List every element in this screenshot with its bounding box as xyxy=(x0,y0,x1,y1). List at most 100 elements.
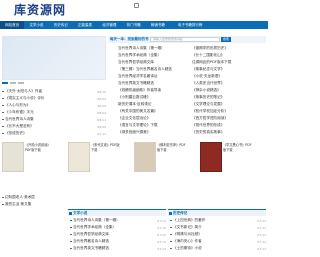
list-item[interactable]: 边际国老人·美术层 xyxy=(2,194,66,201)
list-item[interactable]: （第三辑）当代世界著名诗人精选 xyxy=(118,66,188,73)
nav-item-bestseller[interactable]: 畅销书籍 xyxy=(146,21,170,29)
list-item[interactable]: 《有关中国的美文名篇》 xyxy=(118,108,188,115)
bullet-icon xyxy=(170,247,172,250)
bullet-icon xyxy=(70,247,72,250)
nav-item-hot[interactable]: 热门书籍 xyxy=(121,21,145,29)
bookmark-icon[interactable] xyxy=(134,3,139,8)
list-item[interactable]: 《明清与派社频》 07-11 xyxy=(170,231,266,238)
bullet-icon xyxy=(170,240,172,243)
site-logo[interactable]: 库资源网 xyxy=(14,3,74,17)
middle-list: 当代世界诗人诗集（第一辑） 当代世界学术经典（全集） 当代世界哲学经典文库 （第… xyxy=(118,45,188,136)
book-caption[interactable]: 《宋代文老》PDF版下载 xyxy=(91,143,121,153)
list-item[interactable]: 《长不大是没有》 08-02 xyxy=(2,123,106,130)
list-item[interactable]: 我的生活·美文集 xyxy=(2,201,66,208)
section-title[interactable]: 历史传记 xyxy=(173,211,187,216)
list-item[interactable]: 《故事纪念与文学》 xyxy=(192,66,266,73)
main-nav: 网站首页 文学小说 历史传记 正能量类 经济管理 热门书籍 畅销书籍 电子书籍排… xyxy=(0,21,268,29)
nav-item-economy[interactable]: 经济管理 xyxy=(97,21,121,29)
bullet-icon xyxy=(2,118,4,121)
list-item[interactable]: 新历史课本·反转诱论 xyxy=(118,101,188,108)
list-item[interactable]: 当代世界著名诗人精选 07-11 xyxy=(70,238,166,245)
list-item[interactable]: 《文书新记》简介 07-11 xyxy=(170,224,266,231)
hero-banner[interactable] xyxy=(2,36,106,80)
list-item[interactable]: 《神杂小说精选》 xyxy=(192,87,266,94)
book-caption[interactable]: 《佛利亚东岸》PDF版下载 xyxy=(157,143,187,153)
right-list: 《普期学的形质历史》 《长十二国影化山》 住源网此的PDF版本下载 《故事纪念与… xyxy=(192,45,266,136)
list-item[interactable]: 当代世界诗人诗集（第一辑） xyxy=(118,45,188,52)
list-item[interactable]: 当代世界哲学经典文库 07-12 xyxy=(70,231,166,238)
list-item[interactable]: 《海内安心》作者 07-11 xyxy=(170,238,266,245)
section-icon xyxy=(69,211,72,215)
list-item[interactable]: 《上四世典》的著作 07-11 xyxy=(170,217,266,224)
list-item[interactable]: 《天外·太阳与人》作者 08-15 xyxy=(2,88,106,95)
section-header-history: 历史传记 xyxy=(168,209,266,216)
list-item[interactable]: 《普期学的形质历史》 xyxy=(192,45,266,52)
list-item[interactable]: 当代世界诗人诗集（第一辑） 07-11 xyxy=(70,217,166,224)
book-card[interactable]: 《学文黑心书》PDF版下载 xyxy=(200,142,266,190)
nav-item-novel[interactable]: 文学小说 xyxy=(24,21,48,29)
list-item[interactable]: 当代世界学术经典（全集） xyxy=(118,52,188,59)
nav-item-history[interactable]: 历史传记 xyxy=(49,21,73,29)
list-item[interactable]: 当代世界学术经典（全集） 07-12 xyxy=(70,224,166,231)
section-title[interactable]: 文学小说 xyxy=(73,211,87,216)
list-item[interactable]: 《形成历史》 07-11 xyxy=(2,130,106,137)
nav-item-ranking[interactable]: 电子书籍排行榜 xyxy=(170,21,210,29)
book-card[interactable]: 《佛利亚东岸》PDF版下载 xyxy=(134,142,196,190)
bullet-icon xyxy=(2,132,4,135)
section-icon xyxy=(169,211,172,215)
list-item[interactable]: 《少年布德》字元 08-04 xyxy=(2,109,106,116)
bullet-icon xyxy=(70,226,72,229)
left-news-list: 《天外·太阳与人》作者 08-15 《现实主义与小说》评价 08-04 《人心与形为… xyxy=(2,88,106,137)
list-item[interactable]: 《小说·天龙新语》 xyxy=(192,73,266,80)
list-item[interactable]: 《绿多宜面兴源美》 xyxy=(118,129,188,136)
nav-item-positive[interactable]: 正能量类 xyxy=(73,21,97,29)
book-thumbnails: 《升险小说阅读》PDF版下载 《宋代文老》PDF版下载 《佛利亚东岸》PDF版下… xyxy=(0,142,268,190)
pager-dot[interactable] xyxy=(10,82,16,84)
nav-item-home[interactable]: 网站首页 xyxy=(0,21,25,29)
list-item[interactable]: 《语言与文学理论》下载 xyxy=(118,122,188,129)
book-cover[interactable] xyxy=(200,142,222,172)
book-caption[interactable]: 《学文黑心书》PDF版下载 xyxy=(223,143,253,153)
list-item[interactable]: 《小别磨云数试峰》 xyxy=(118,94,188,101)
book-cover[interactable] xyxy=(68,142,90,172)
bullet-icon xyxy=(2,111,4,114)
book-card[interactable]: 《宋代文老》PDF版下载 xyxy=(68,142,130,190)
list-item[interactable]: 《校代学校加定分析》 xyxy=(192,108,266,115)
logo-text: 库资源网 xyxy=(14,3,67,17)
bullet-icon xyxy=(2,196,4,199)
pager-dot[interactable] xyxy=(2,82,8,84)
list-item[interactable]: 《现实主义与小说》评价 08-04 xyxy=(2,95,106,102)
bullet-icon xyxy=(170,233,172,236)
list-item[interactable]: 《长十二国影化山》 xyxy=(192,52,266,59)
list-item[interactable]: 《人类史当代世界》 xyxy=(192,80,266,87)
bullet-icon xyxy=(170,219,172,222)
list-item[interactable]: 当代世界英文书籍精选 xyxy=(118,80,188,87)
book-card[interactable]: 《升险小说阅读》PDF版下载 xyxy=(2,142,64,190)
list-item[interactable]: 当代世界哲学经典文库 xyxy=(118,59,188,66)
list-item[interactable]: 当代世界诗人诗集 08-11 xyxy=(2,116,106,123)
list-item[interactable]: 住源网此的PDF版本下载 xyxy=(192,59,266,66)
search-button[interactable]: 搜索 xyxy=(221,37,231,42)
list-item[interactable]: 《企业文化层远论》 xyxy=(118,115,188,122)
list-item[interactable]: 当代世界英文书籍精选 07-11 xyxy=(70,245,166,252)
list-item[interactable]: 《人心与形为》 08-04 xyxy=(2,102,106,109)
list-item[interactable]: 《历史的真实故事》 xyxy=(192,129,266,136)
search-title: 每天一本：找到最好的书 xyxy=(110,37,149,41)
bullet-icon xyxy=(70,233,72,236)
bullet-icon xyxy=(2,90,4,93)
bullet-icon xyxy=(2,97,4,100)
list-item[interactable]: 《现代世界的形成》 xyxy=(192,122,266,129)
search-input[interactable]: 请输入您想搜索的书名 xyxy=(150,37,220,42)
list-item[interactable]: 《故事历史的笔记》 xyxy=(192,94,266,101)
list-item[interactable]: 《西方哲学进阶阅读》 xyxy=(192,115,266,122)
book-caption[interactable]: 《升险小说阅读》PDF版下载 xyxy=(25,143,55,153)
list-item[interactable]: 《土的期待》小说 07-11 xyxy=(170,245,266,252)
list-item[interactable]: 当代世界经济学名著译丛 xyxy=(118,73,188,80)
section-header-novel: 文学小说 xyxy=(68,209,166,216)
list-item[interactable]: 《线稿形级细希》作者导读 xyxy=(118,87,188,94)
book-cover[interactable] xyxy=(2,142,24,172)
bullet-icon xyxy=(2,125,4,128)
book-cover[interactable] xyxy=(134,142,156,172)
list-item[interactable]: 《文学理论与发展》 xyxy=(192,101,266,108)
pager-dot[interactable] xyxy=(18,82,24,84)
